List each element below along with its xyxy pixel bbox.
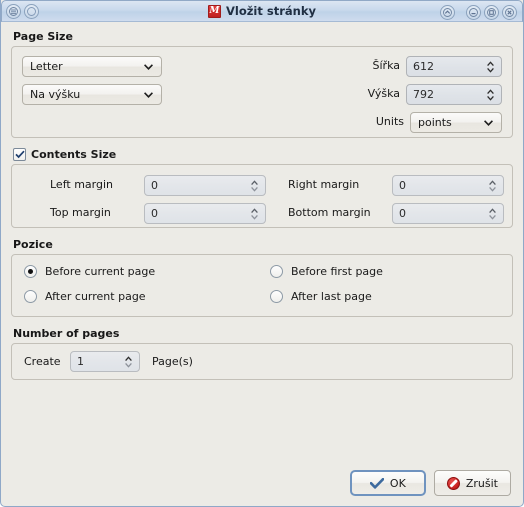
radio-label: After current page: [45, 290, 146, 303]
contents-size-checkbox[interactable]: [13, 148, 26, 161]
contents-size-title: Contents Size: [31, 148, 117, 161]
radio-label: Before current page: [45, 265, 156, 278]
top-margin-value: 0: [151, 207, 158, 220]
shade-icon[interactable]: [440, 4, 455, 20]
spinner-arrows-icon[interactable]: [488, 207, 500, 220]
ok-button-label: OK: [389, 476, 406, 490]
pages-label: Page(s): [152, 355, 193, 368]
contents-size-checkbox-row[interactable]: Contents Size: [13, 148, 116, 161]
top-margin-spinbox[interactable]: 0: [144, 203, 266, 224]
bottom-margin-value: 0: [399, 207, 406, 220]
right-margin-label: Right margin: [288, 178, 360, 191]
radio-indicator[interactable]: [270, 265, 283, 278]
chevron-down-icon: [484, 116, 493, 129]
page-size-box: Letter Na výšku Šířka 612 Výška 792 Unit…: [11, 46, 513, 138]
number-of-pages-group: Number of pages Create 1 Page(s): [11, 327, 513, 380]
number-of-pages-box: Create 1 Page(s): [11, 343, 513, 380]
titlebar-right-buttons: [440, 1, 517, 23]
help-icon[interactable]: [24, 3, 39, 19]
contents-size-box: Left margin 0 Right margin 0 Top margin …: [11, 164, 513, 228]
height-value: 792: [413, 88, 434, 101]
width-value: 612: [413, 60, 434, 73]
spinner-arrows-icon[interactable]: [250, 207, 262, 220]
left-margin-spinbox[interactable]: 0: [144, 175, 266, 196]
units-label: Units: [375, 115, 404, 128]
close-icon[interactable]: [502, 4, 517, 20]
radio-indicator[interactable]: [24, 290, 37, 303]
radio-indicator[interactable]: [24, 265, 37, 278]
height-spinbox[interactable]: 792: [406, 84, 502, 105]
right-margin-value: 0: [399, 179, 406, 192]
bottom-margin-label: Bottom margin: [288, 206, 371, 219]
units-value: points: [418, 116, 452, 129]
dialog-buttons: OK Zrušit: [349, 470, 511, 496]
chevron-down-icon: [144, 88, 153, 101]
width-label: Šířka: [372, 59, 400, 72]
cancel-button-label: Zrušit: [465, 476, 498, 490]
right-margin-spinbox[interactable]: 0: [392, 175, 504, 196]
cancel-icon: [446, 476, 460, 490]
titlebar[interactable]: M Vložit stránky: [1, 0, 523, 22]
units-combo[interactable]: points: [410, 112, 502, 133]
radio-indicator[interactable]: [270, 290, 283, 303]
titlebar-left-buttons: [2, 3, 39, 19]
radio-dot: [28, 269, 33, 274]
left-margin-value: 0: [151, 179, 158, 192]
spinner-arrows-icon[interactable]: [124, 355, 136, 368]
chevron-down-icon: [144, 60, 153, 73]
left-margin-label: Left margin: [50, 178, 113, 191]
spinner-arrows-icon[interactable]: [486, 88, 498, 101]
window-title-text: Vložit stránky: [226, 4, 316, 18]
ok-button[interactable]: OK: [349, 470, 426, 496]
contents-size-group: Contents Size Left margin 0 Right margin…: [11, 148, 513, 228]
page-size-group: Page Size Letter Na výšku Šířka 612 Výšk…: [11, 30, 513, 138]
radio-before-current-page[interactable]: Before current page: [24, 265, 155, 278]
radio-before-first-page[interactable]: Before first page: [270, 265, 383, 278]
check-icon: [369, 477, 384, 489]
page-format-value: Letter: [30, 60, 63, 73]
bottom-margin-spinbox[interactable]: 0: [392, 203, 504, 224]
spinner-arrows-icon[interactable]: [488, 179, 500, 192]
minimize-icon[interactable]: [466, 4, 481, 20]
cancel-button[interactable]: Zrušit: [433, 470, 511, 496]
radio-after-last-page[interactable]: After last page: [270, 290, 372, 303]
position-group: Pozice Before current page Before first …: [11, 238, 513, 317]
width-spinbox[interactable]: 612: [406, 56, 502, 77]
page-count-spinbox[interactable]: 1: [70, 351, 140, 372]
number-of-pages-title: Number of pages: [13, 327, 120, 340]
scribus-icon: M: [208, 4, 221, 18]
maximize-icon[interactable]: [484, 4, 499, 20]
radio-after-current-page[interactable]: After current page: [24, 290, 146, 303]
spinner-arrows-icon[interactable]: [250, 179, 262, 192]
page-orientation-value: Na výšku: [30, 88, 81, 101]
page-orientation-combo[interactable]: Na výšku: [22, 84, 162, 105]
insert-pages-dialog: M Vložit stránky Page Size Letter Na výš…: [0, 0, 524, 507]
position-title: Pozice: [13, 238, 53, 251]
radio-label: After last page: [291, 290, 372, 303]
radio-label: Before first page: [291, 265, 383, 278]
page-size-title: Page Size: [13, 30, 73, 43]
top-margin-label: Top margin: [50, 206, 111, 219]
window-menu-icon[interactable]: [6, 3, 21, 19]
position-box: Before current page Before first page Af…: [11, 254, 513, 317]
height-label: Výška: [367, 87, 400, 100]
create-label: Create: [24, 355, 61, 368]
spinner-arrows-icon[interactable]: [486, 60, 498, 73]
dialog-content: Page Size Letter Na výšku Šířka 612 Výšk…: [1, 22, 523, 380]
page-format-combo[interactable]: Letter: [22, 56, 162, 77]
page-count-value: 1: [77, 355, 84, 368]
